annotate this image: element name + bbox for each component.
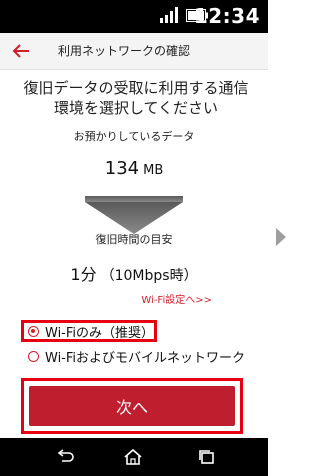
page-title: 利用ネットワークの確認 [58, 44, 191, 58]
app-bar: 利用ネットワークの確認 [0, 33, 268, 70]
signal-icon [160, 7, 178, 23]
instruction-line-2: 環境を選択してください [53, 99, 219, 117]
nav-recent-apps-icon[interactable] [196, 447, 218, 467]
next-page-arrow-icon [276, 228, 286, 246]
down-arrow-icon [85, 196, 183, 234]
stored-data-label: お預かりしているデータ [73, 130, 195, 143]
phone-screen: 12:34 利用ネットワークの確認 復旧データの受取に利用する通信 環境を選択し… [0, 0, 268, 476]
option-wifi-only[interactable]: Wi-Fiのみ（推奨） [28, 320, 154, 342]
main-content: 復旧データの受取に利用する通信 環境を選択してください お預かりしているデータ … [0, 70, 268, 438]
option-wifi-only-label: Wi-Fiのみ（推奨） [45, 325, 155, 341]
restore-time: 1分 （10Mbps時） [0, 261, 268, 285]
nav-back-icon[interactable] [54, 447, 76, 467]
stored-data-unit: MB [143, 163, 164, 178]
next-button[interactable]: 次へ [29, 386, 235, 426]
clock: 12:34 [193, 4, 260, 28]
instruction-text: 復旧データの受取に利用する通信 環境を選択してください [12, 78, 260, 118]
option-wifi-and-mobile-label: Wi-Fiおよびモバイルネットワーク [45, 350, 246, 366]
option-wifi-and-mobile[interactable]: Wi-Fiおよびモバイルネットワーク [28, 345, 245, 367]
wifi-settings-link[interactable]: Wi-Fi設定へ>> [141, 291, 212, 306]
highlight-box-next: 次へ [21, 378, 243, 434]
radio-selected-icon[interactable] [28, 325, 39, 337]
stored-data-size: 134 MB [0, 158, 268, 179]
navigation-bar [0, 438, 268, 476]
restore-time-value: 1分 [70, 265, 97, 284]
status-bar: 12:34 [0, 0, 268, 33]
stored-data-value: 134 [104, 158, 140, 179]
restore-time-speed: （10Mbps時） [100, 268, 198, 284]
instruction-line-1: 復旧データの受取に利用する通信 [23, 79, 249, 97]
radio-unselected-icon[interactable] [28, 350, 39, 362]
back-arrow-icon[interactable] [8, 39, 34, 63]
nav-home-icon[interactable] [122, 447, 144, 467]
restore-time-label: 復旧時間の目安 [95, 233, 173, 246]
